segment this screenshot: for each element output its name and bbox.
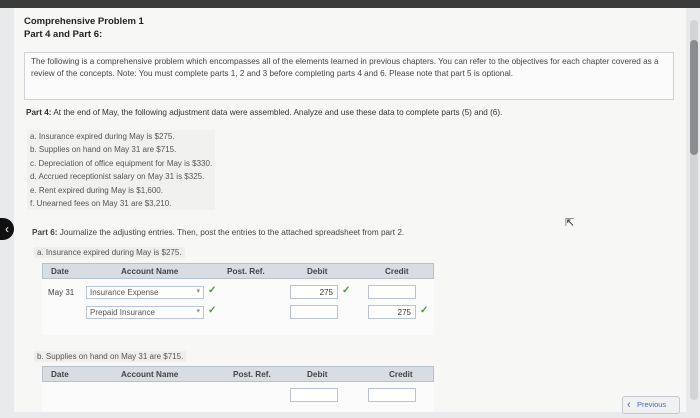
journal-header-a: Date Account Name Post. Ref. Debit Credi… bbox=[42, 263, 434, 279]
adjustment-item: c. Depreciation of office equipment for … bbox=[27, 156, 216, 171]
col-credit: Credit bbox=[389, 370, 413, 379]
part6-label: Part 6: bbox=[32, 228, 58, 237]
journal-table-a: Date Account Name Post. Ref. Debit Credi… bbox=[42, 263, 434, 335]
account-select[interactable]: Prepaid Insurance ▾ bbox=[86, 306, 204, 319]
intro-box: The following is a comprehensive problem… bbox=[24, 52, 674, 100]
previous-label: Previous bbox=[637, 400, 667, 409]
account-select[interactable]: Insurance Expense ▾ bbox=[86, 286, 204, 299]
col-post-ref: Post. Ref. bbox=[227, 267, 265, 276]
adjustment-item: b. Supplies on hand on May 31 are $715. bbox=[27, 143, 216, 157]
check-icon: ✓ bbox=[342, 285, 351, 296]
col-account: Account Name bbox=[121, 267, 179, 276]
problem-title: Comprehensive Problem 1 bbox=[24, 16, 144, 27]
check-icon: ✓ bbox=[420, 305, 429, 316]
credit-input[interactable] bbox=[368, 285, 416, 299]
part4-label: Part 4: bbox=[26, 108, 52, 117]
col-debit: Debit bbox=[307, 370, 328, 379]
col-account: Account Name bbox=[121, 370, 179, 379]
debit-input[interactable]: 275 bbox=[290, 285, 338, 299]
check-icon: ✓ bbox=[208, 285, 217, 296]
credit-input[interactable]: 275 bbox=[368, 305, 416, 319]
previous-button[interactable]: ‹ Previous bbox=[622, 396, 680, 414]
row-date: May 31 bbox=[48, 288, 75, 297]
problem-page: Comprehensive Problem 1 Part 4 and Part … bbox=[14, 8, 686, 412]
part6-text: Journalize the adjusting entries. Then, … bbox=[59, 228, 405, 237]
col-date: Date bbox=[51, 370, 69, 379]
adjustment-item: f. Unearned fees on May 31 are $3,210. bbox=[27, 197, 216, 211]
journal-header-b: Date Account Name Post. Ref. Debit Credi… bbox=[42, 366, 434, 382]
dropdown-arrow-icon: ▾ bbox=[196, 308, 200, 315]
part4-instructions: Part 4: At the end of May, the following… bbox=[26, 108, 502, 117]
scrollbar-thumb[interactable] bbox=[690, 40, 698, 155]
dropdown-arrow-icon: ▾ bbox=[196, 288, 200, 295]
mouse-cursor-icon: ⇱ bbox=[565, 217, 575, 229]
credit-input[interactable] bbox=[368, 388, 416, 402]
debit-input[interactable] bbox=[290, 305, 338, 319]
check-icon: ✓ bbox=[208, 305, 217, 316]
adjustment-list: a. Insurance expired during May is $275.… bbox=[27, 130, 216, 211]
col-post-ref: Post. Ref. bbox=[233, 370, 271, 379]
col-credit: Credit bbox=[385, 267, 409, 276]
collapse-arrow-icon[interactable]: ‹ bbox=[0, 218, 14, 240]
adjustment-item: e. Rent expired during May is $1,600. bbox=[27, 183, 216, 198]
window-top-bar bbox=[0, 0, 700, 8]
journal-table-b: Date Account Name Post. Ref. Debit Credi… bbox=[42, 366, 434, 412]
col-date: Date bbox=[51, 267, 69, 276]
question-a: a. Insurance expired during May is $275. bbox=[34, 247, 185, 258]
debit-input[interactable] bbox=[290, 388, 338, 402]
part4-text: At the end of May, the following adjustm… bbox=[53, 108, 503, 117]
part6-instructions: Part 6: Journalize the adjusting entries… bbox=[32, 228, 404, 237]
problem-subtitle: Part 4 and Part 6: bbox=[24, 29, 103, 40]
adjustment-item: a. Insurance expired during May is $275. bbox=[27, 130, 216, 144]
chevron-left-icon: ‹ bbox=[627, 399, 631, 411]
col-debit: Debit bbox=[307, 267, 328, 276]
adjustment-item: d. Accrued receptionist salary on May 31… bbox=[27, 170, 216, 184]
question-b: b. Supplies on hand on May 31 are $715. bbox=[34, 351, 187, 362]
